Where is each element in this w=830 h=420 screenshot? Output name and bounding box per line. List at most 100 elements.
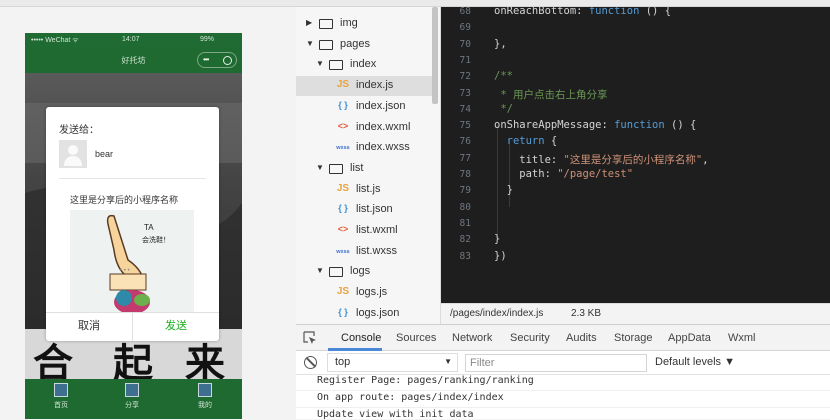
menu-capsule[interactable]: ••• — [197, 52, 237, 68]
user-icon — [198, 383, 212, 397]
tree-folder-index[interactable]: ▼ index — [296, 55, 435, 75]
code-line[interactable]: 80 — [441, 201, 830, 217]
friend-avatar — [59, 140, 87, 168]
line-number: 81 — [459, 217, 471, 229]
console-log-line: On app route: pages/index/index — [317, 392, 504, 403]
tree-folder-logs[interactable]: ▼ logs — [296, 262, 435, 282]
tab-wxml[interactable]: Wxml — [728, 332, 756, 344]
tree-file-index-wxss[interactable]: wxss index.wxss — [296, 138, 435, 158]
code-line[interactable]: 69 — [441, 21, 830, 37]
code-text: title: "这里是分享后的小程序名称", — [494, 153, 709, 166]
tree-file-index-js[interactable]: JS index.js — [296, 76, 435, 97]
tree-folder-img[interactable]: ▶ img — [296, 14, 435, 34]
chevron-down-icon[interactable]: ▼ — [306, 39, 314, 48]
context-selector[interactable]: top ▼ — [327, 353, 458, 372]
tab-storage[interactable]: Storage — [614, 332, 653, 344]
bottom-tab-bar: 首页 分享 我的 — [25, 379, 242, 419]
code-editor[interactable]: 68 onReachBottom: function () {69 70}, 71 72… — [441, 7, 830, 303]
file-tree-scrollbar[interactable] — [432, 7, 438, 104]
code-line[interactable]: 78 path: "/page/test" — [441, 168, 830, 184]
tab-share[interactable]: 分享 — [112, 383, 152, 410]
code-line[interactable]: 72 /** — [441, 70, 830, 86]
line-number: 83 — [459, 250, 471, 262]
window-top-strip — [0, 0, 830, 7]
console-filter-input[interactable] — [465, 354, 647, 372]
tab-console[interactable]: Console — [341, 332, 381, 344]
tree-file-list-wxss[interactable]: wxss list.wxss — [296, 242, 435, 262]
chevron-down-icon[interactable]: ▼ — [316, 59, 324, 68]
code-line[interactable]: 76 return { — [441, 135, 830, 151]
tab-home[interactable]: 首页 — [41, 383, 81, 410]
folder-icon — [319, 19, 333, 29]
code-line[interactable]: 77 title: "这里是分享后的小程序名称", — [441, 152, 830, 168]
code-line[interactable]: 73 * 用户点击右上角分享 — [441, 87, 830, 103]
tree-item-label: list.wxml — [356, 224, 398, 236]
line-number: 78 — [459, 169, 471, 180]
dropdown-arrow-icon: ▼ — [444, 357, 452, 366]
line-number: 82 — [459, 234, 471, 246]
folder-open-icon — [319, 39, 333, 50]
tab-label: 分享 — [125, 402, 139, 409]
editor-status-bar: /pages/index/index.js 2.3 KB — [441, 303, 830, 324]
line-number: 71 — [459, 54, 471, 66]
line-number: 73 — [459, 87, 471, 99]
tree-item-label: list — [350, 161, 364, 174]
inspect-element-icon[interactable] — [303, 331, 317, 345]
more-dots-icon[interactable]: ••• — [203, 55, 209, 64]
code-line[interactable]: 79 } — [441, 184, 830, 200]
tree-file-index-wxml[interactable]: <> index.wxml — [296, 118, 435, 138]
tab-security[interactable]: Security — [510, 332, 550, 344]
chevron-down-icon[interactable]: ▼ — [316, 163, 324, 172]
line-number: 74 — [459, 103, 471, 115]
code-text: } — [494, 184, 513, 197]
js-file-icon: JS — [336, 286, 350, 298]
line-number: 76 — [459, 136, 471, 148]
tree-folder-pages[interactable]: ▼ pages — [296, 35, 435, 55]
close-circle-icon[interactable] — [223, 56, 232, 65]
code-text: path: "/page/test" — [494, 168, 634, 180]
tab-appdata[interactable]: AppData — [668, 332, 711, 344]
json-file-icon: { } — [338, 203, 348, 214]
code-line[interactable]: 74 */ — [441, 103, 830, 119]
share-icon — [125, 383, 139, 397]
tab-network[interactable]: Network — [452, 332, 492, 344]
tab-profile[interactable]: 我的 — [185, 383, 225, 410]
wxml-file-icon: <> — [337, 224, 349, 234]
tree-item-label: logs — [350, 265, 371, 278]
log-levels-dropdown[interactable]: Default levels ▼ — [655, 356, 735, 368]
code-line[interactable]: 82} — [441, 233, 830, 249]
tree-file-logs-json[interactable]: { } logs.json — [296, 304, 435, 324]
cancel-button[interactable]: 取消 — [46, 312, 132, 341]
code-line[interactable]: 75 onShareAppMessage: function () { — [441, 119, 830, 135]
code-line[interactable]: 70}, — [441, 38, 830, 54]
code-line[interactable]: 83}) — [441, 250, 830, 266]
file-tree: ▶ img ▼ pages ▼ index JS index.js{ } index.json <… — [296, 7, 441, 324]
line-number: 77 — [459, 152, 471, 164]
tree-file-list-wxml[interactable]: <> list.wxml — [296, 221, 435, 241]
tree-file-index-json[interactable]: { } index.json — [296, 97, 435, 117]
code-text: onShareAppMessage: function () { — [494, 119, 697, 132]
chevron-down-icon[interactable]: ▼ — [316, 266, 324, 275]
tab-sources[interactable]: Sources — [396, 332, 436, 344]
tree-file-logs-js[interactable]: JS logs.js — [296, 283, 435, 303]
send-button[interactable]: 发送 — [133, 312, 219, 341]
sticker-text-shoes: 会洗鞋！ — [142, 235, 170, 244]
code-line[interactable]: 81 — [441, 217, 830, 233]
line-number: 68 — [459, 7, 471, 17]
console-log-line: Register Page: pages/ranking/ranking — [317, 375, 534, 386]
tree-folder-list[interactable]: ▼ list — [296, 159, 435, 179]
log-separator — [296, 390, 830, 391]
tree-file-list-js[interactable]: JS list.js — [296, 180, 435, 200]
code-line[interactable]: 71 — [441, 54, 830, 70]
tree-item-label: list.wxss — [356, 244, 397, 257]
chevron-right-icon[interactable]: ▶ — [306, 18, 312, 27]
clear-console-icon[interactable] — [304, 356, 317, 369]
code-line[interactable]: 68 onReachBottom: function () { — [441, 7, 830, 21]
tab-audits[interactable]: Audits — [566, 332, 597, 344]
wxss-file-icon: wxss — [336, 145, 350, 152]
tab-label: 首页 — [54, 402, 68, 409]
sticker-text-ta: TA — [144, 223, 154, 232]
tree-file-list-json[interactable]: { } list.json — [296, 200, 435, 220]
tree-item-label: index.wxss — [356, 141, 410, 154]
wechat-nav-bar: 好托坊 ••• — [25, 47, 242, 73]
